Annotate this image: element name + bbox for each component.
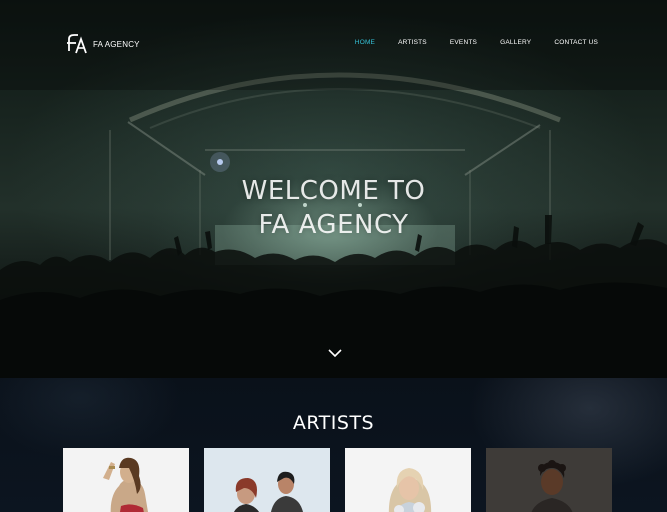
hero-title: WELCOME TO FA AGENCY [0,174,667,242]
artists-title: ARTISTS [292,412,375,434]
chevron-down-icon[interactable] [327,347,343,359]
artist-photo-4 [486,448,612,512]
brand-logo[interactable]: FA AGENCY [66,33,140,55]
artist-cards [63,448,612,512]
hero-title-line1: WELCOME TO [241,176,426,206]
navbar: FA AGENCY HOME ARTISTS EVENTS GALLERY CO… [0,0,667,90]
artist-photo-2 [204,448,330,512]
nav-item-events[interactable]: EVENTS [450,39,477,46]
nav-item-gallery[interactable]: GALLERY [500,39,531,46]
nav-item-home[interactable]: HOME [355,39,375,46]
hero-title-line2: FA AGENCY [258,210,409,240]
page: FA AGENCY HOME ARTISTS EVENTS GALLERY CO… [0,0,667,512]
artist-card[interactable] [345,448,471,512]
artist-photo-1 [63,448,189,512]
artist-photo-3 [345,448,471,512]
artist-card[interactable] [204,448,330,512]
main-nav: HOME ARTISTS EVENTS GALLERY CONTACT US [355,39,598,46]
hero-section: FA AGENCY HOME ARTISTS EVENTS GALLERY CO… [0,0,667,378]
nav-item-contact-us[interactable]: CONTACT US [554,39,598,46]
fa-monogram-logo-icon [67,34,87,54]
brand-name: FA AGENCY [93,39,140,49]
artist-card[interactable] [486,448,612,512]
nav-item-artists[interactable]: ARTISTS [398,39,427,46]
artist-card[interactable] [63,448,189,512]
artists-section: ARTISTS [0,378,667,512]
